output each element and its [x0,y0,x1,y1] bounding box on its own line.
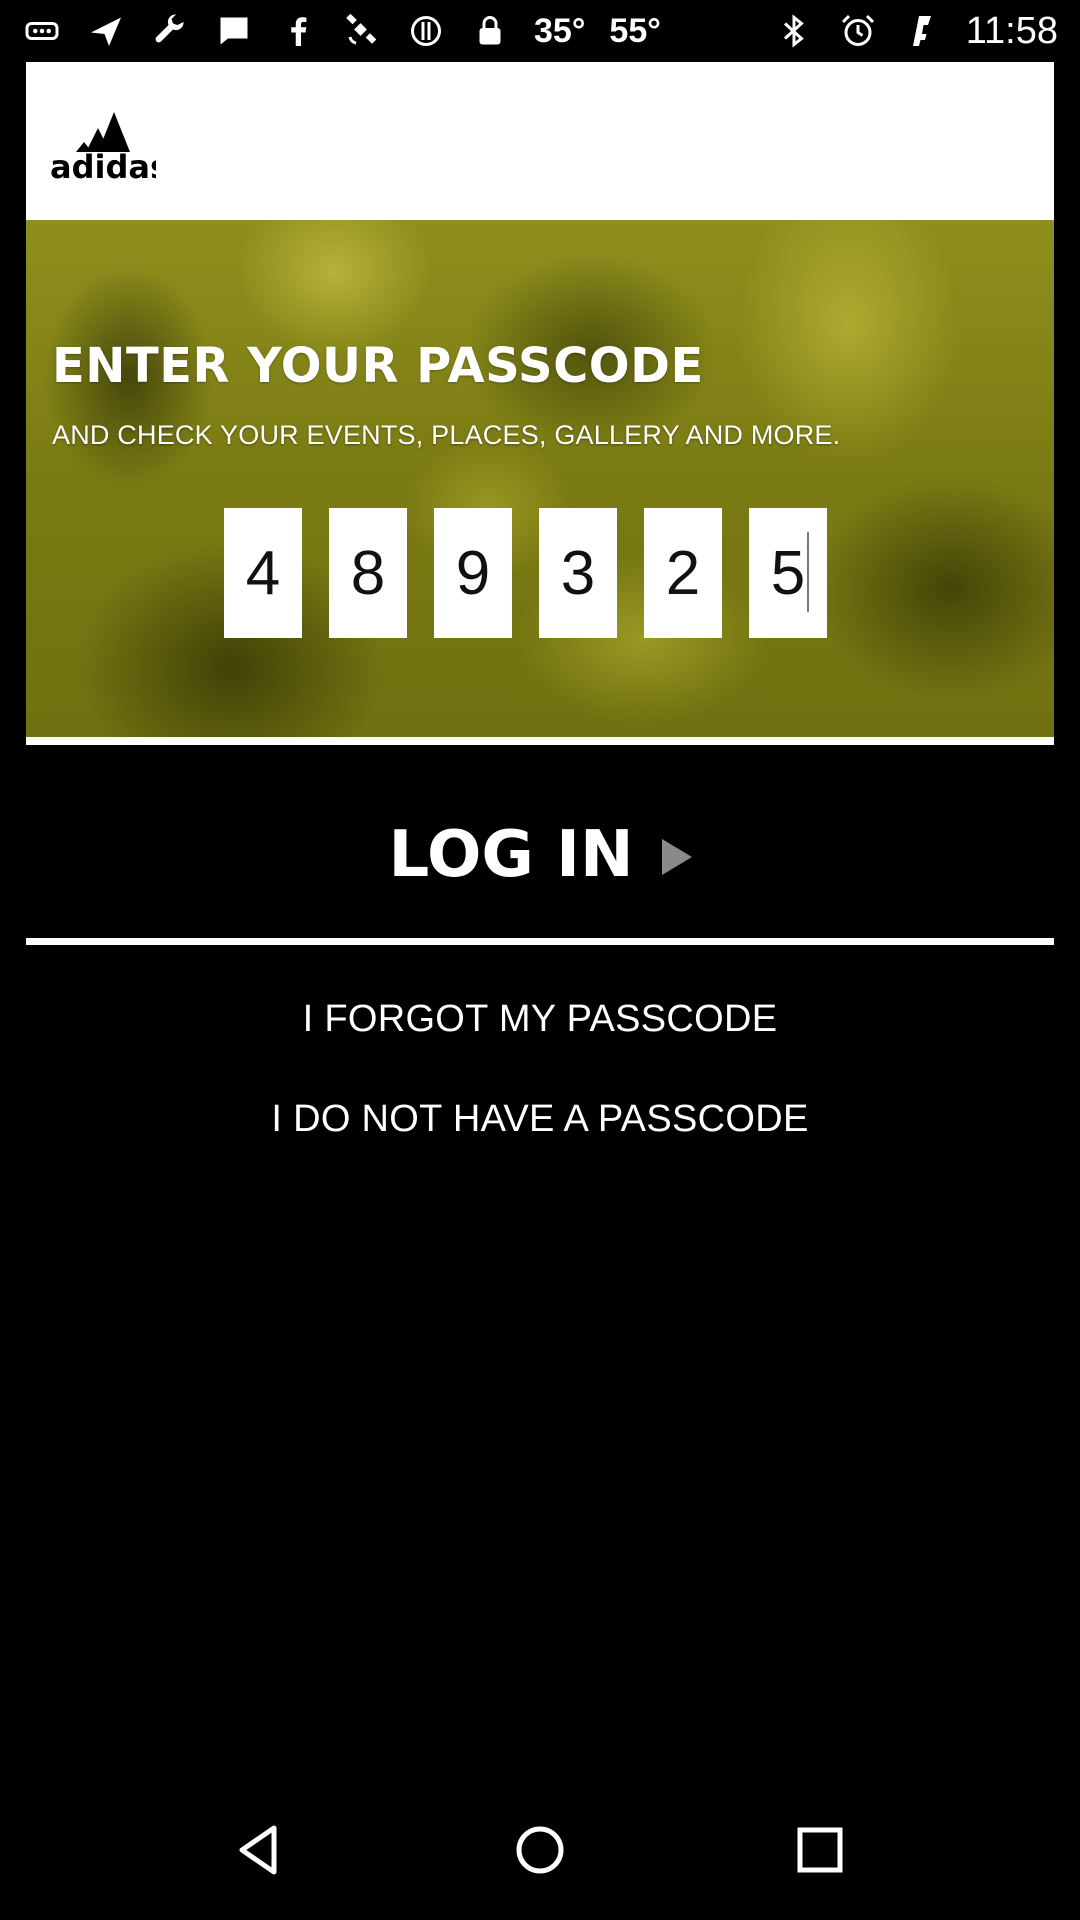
passcode-digit-5[interactable]: 2 [644,508,722,638]
passcode-digit-2[interactable]: 8 [329,508,407,638]
passcode-input: 4 8 9 3 2 5 [224,508,827,638]
status-right: 11:58 [774,10,1058,53]
adidas-logo: adidas [46,104,169,186]
facebook-icon [278,11,318,51]
passcode-digit-1[interactable]: 4 [224,508,302,638]
alarm-icon [838,11,878,51]
temperature-1: 35° [534,11,586,50]
lock-icon [470,11,510,51]
wrench-icon [150,11,190,51]
message-icon [214,11,254,51]
passcode-digit-4[interactable]: 3 [539,508,617,638]
navigation-bar [0,1780,1080,1920]
header: adidas [26,62,1054,220]
send-icon [86,11,126,51]
passcode-card: adidas ENTER YOUR PASSCODE AND CHECK YOU… [26,62,1054,745]
login-button[interactable]: LOG IN [26,775,1054,935]
recents-icon[interactable] [785,1815,855,1885]
forgot-passcode-link[interactable]: I FORGOT MY PASSCODE [0,998,1080,1041]
temperature-2: 55° [609,11,661,50]
page-title: ENTER YOUR PASSCODE [52,338,704,394]
status-bar: 35° 55° 11:58 [0,0,1080,62]
page-subtitle: AND CHECK YOUR EVENTS, PLACES, GALLERY A… [52,420,841,450]
passcode-digit-6[interactable]: 5 [749,508,827,638]
more-icon [22,11,62,51]
satellite-icon [342,11,382,51]
clock: 11:58 [965,9,1058,52]
back-icon[interactable] [225,1815,295,1885]
divider [26,938,1054,945]
hero-banner: ENTER YOUR PASSCODE AND CHECK YOUR EVENT… [26,220,1054,745]
home-icon[interactable] [505,1815,575,1885]
play-arrow-icon [661,839,692,875]
block-icon [406,11,446,51]
login-label: LOG IN [388,818,634,892]
no-passcode-link[interactable]: I DO NOT HAVE A PASSCODE [0,1098,1080,1141]
status-left: 35° 55° [22,11,661,51]
passcode-digit-3[interactable]: 9 [434,508,512,638]
logo-wordmark: adidas [50,148,156,184]
bluetooth-icon [774,11,814,51]
signal-icon [902,11,942,51]
